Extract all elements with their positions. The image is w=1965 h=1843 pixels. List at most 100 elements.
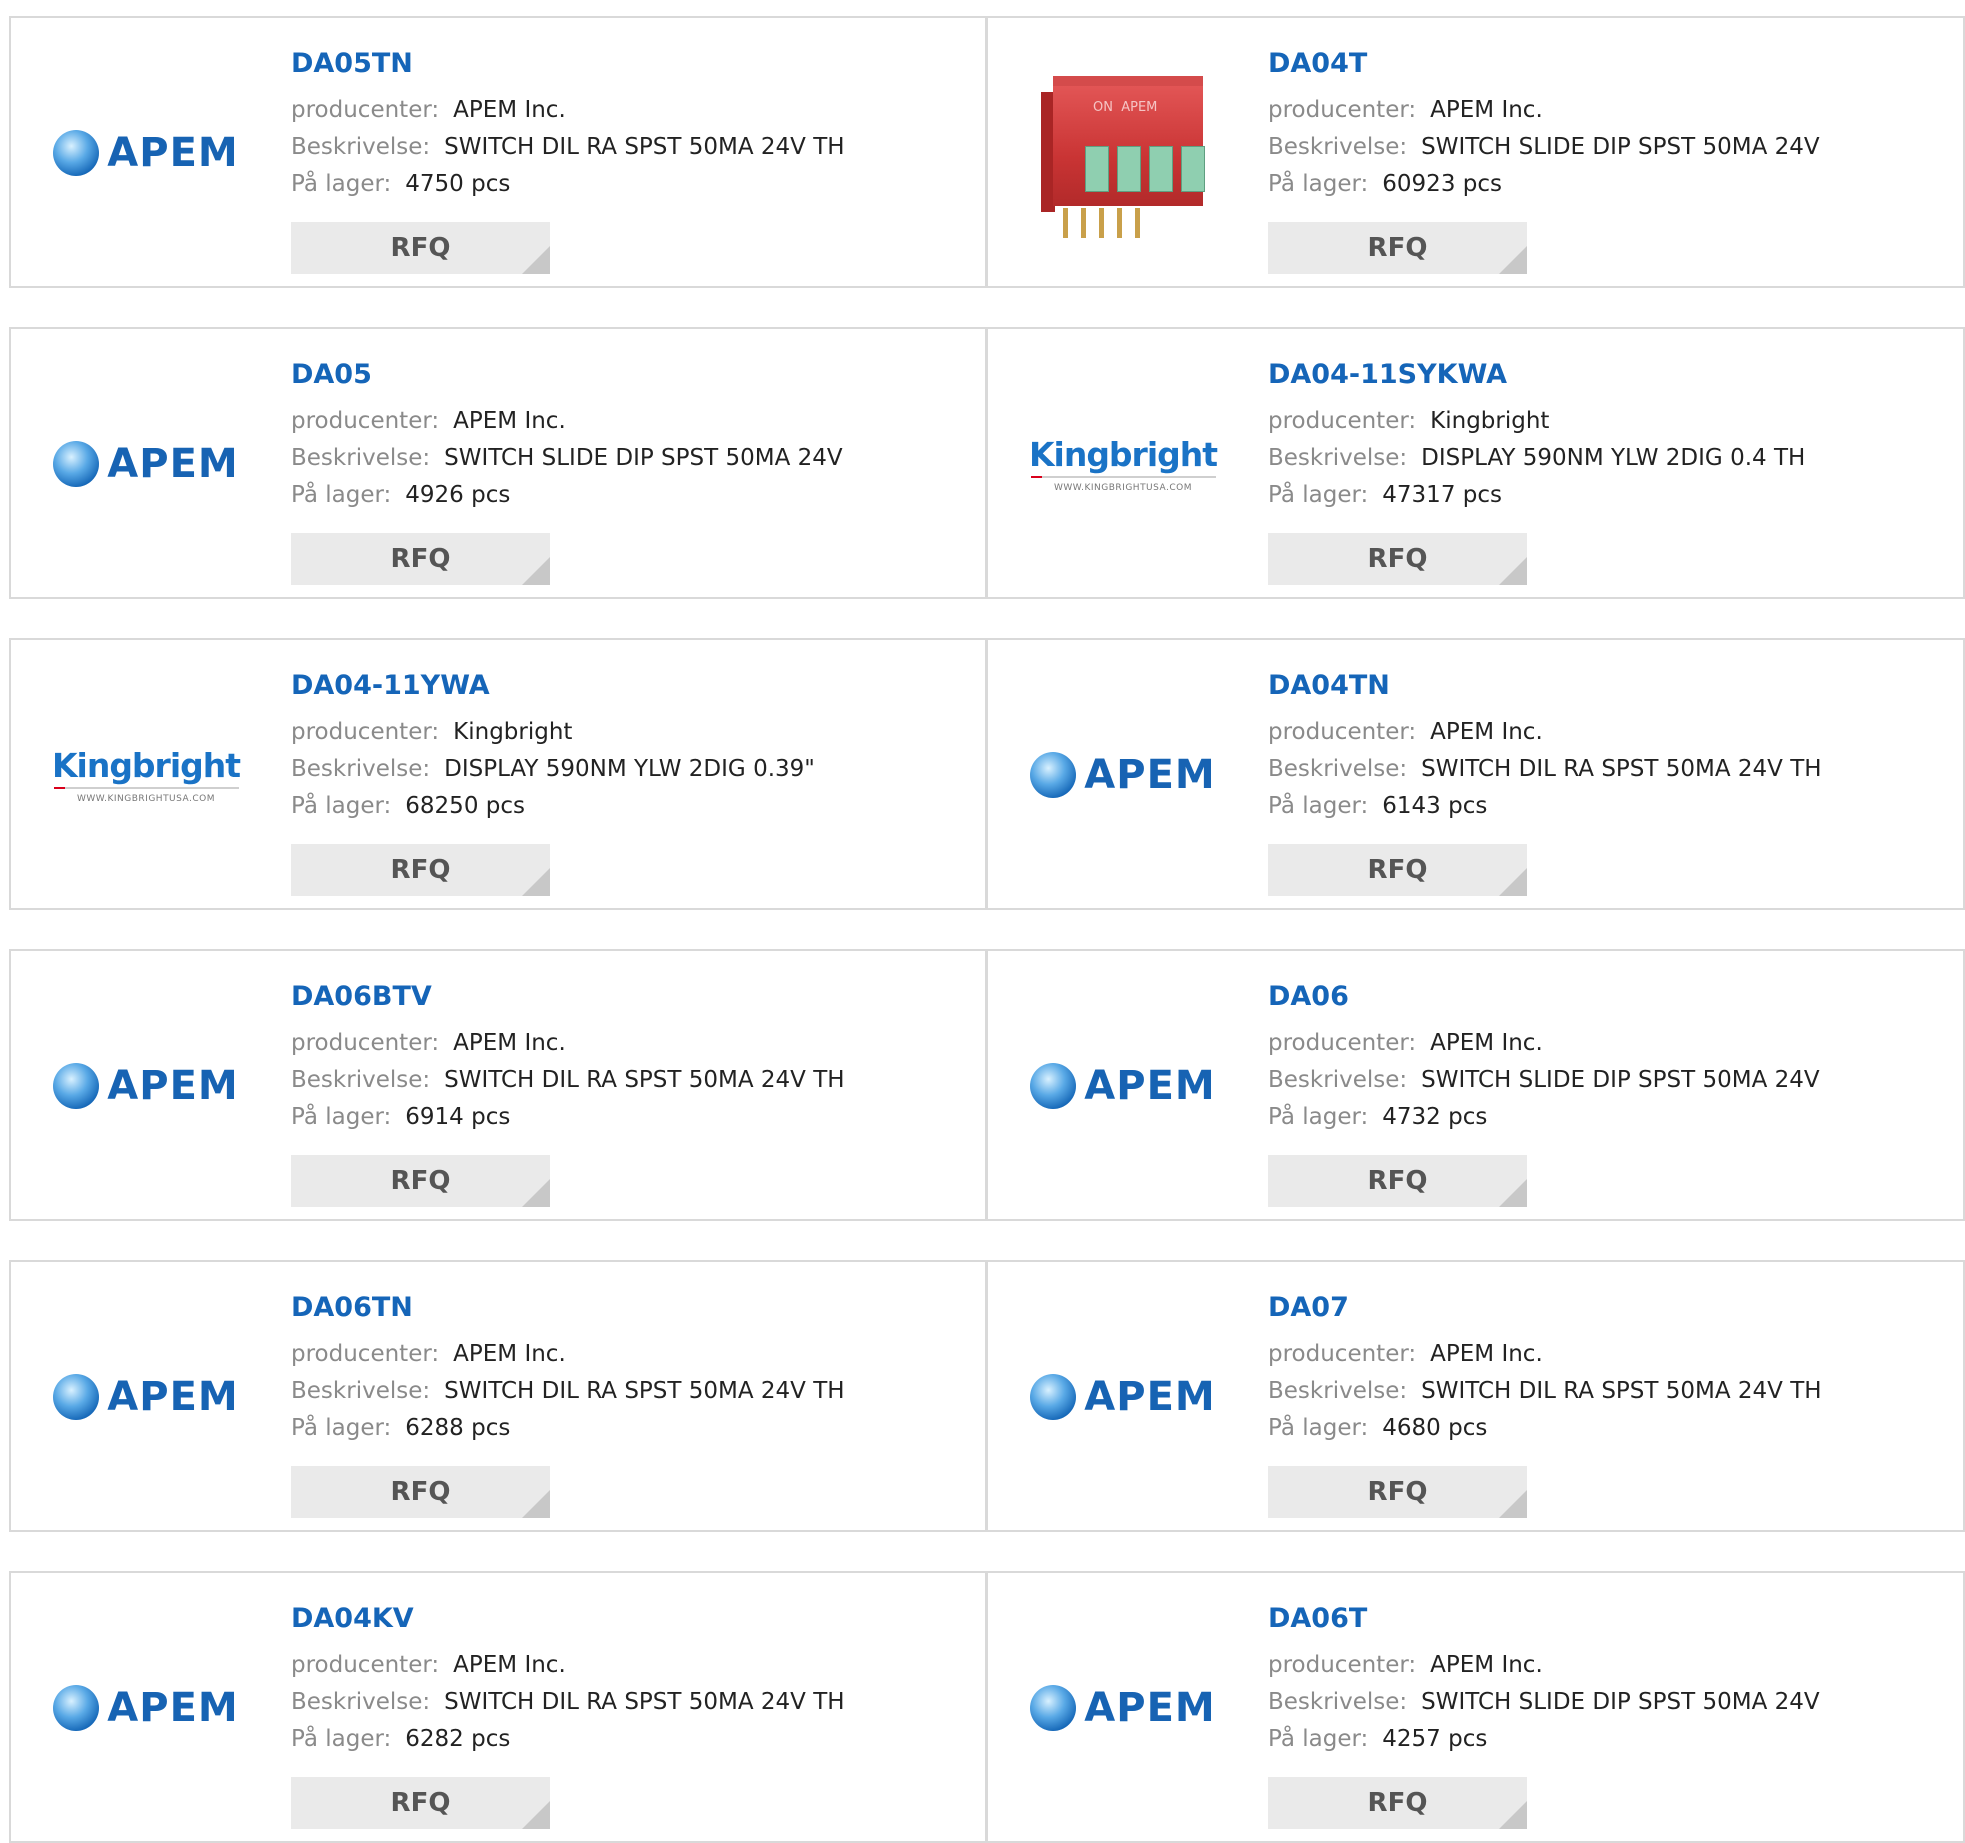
rfq-button[interactable]: RFQ: [291, 844, 550, 896]
description-label: Beskrivelse:: [1268, 445, 1408, 471]
apem-logo[interactable]: APEM: [41, 1603, 251, 1813]
producer-label: producenter:: [1268, 1341, 1417, 1367]
producer-line: producenter: Kingbright: [291, 714, 971, 751]
description-value: SWITCH SLIDE DIP SPST 50MA 24V: [1421, 134, 1820, 160]
producer-label: producenter:: [1268, 408, 1417, 434]
producer-value: APEM Inc.: [453, 1341, 566, 1367]
corner-arrow-icon: [522, 1801, 550, 1829]
product-card: APEM DA04KV producenter: APEM Inc. Beskri…: [9, 1571, 987, 1843]
dip-switch-photo[interactable]: ON APEM: [1018, 48, 1228, 258]
globe-icon: [1030, 1374, 1077, 1420]
stock-line: På lager: 68250 pcs: [291, 788, 971, 825]
corner-arrow-icon: [522, 246, 550, 274]
part-number-link[interactable]: DA04T: [1268, 46, 1948, 82]
part-number-link[interactable]: DA06BTV: [291, 979, 971, 1015]
part-number-link[interactable]: DA04-11YWA: [291, 668, 971, 704]
rfq-button[interactable]: RFQ: [1268, 1777, 1527, 1829]
rfq-label: RFQ: [1367, 233, 1428, 263]
logo-underline: [53, 787, 239, 789]
description-line: Beskrivelse: DISPLAY 590NM YLW 2DIG 0.39": [291, 751, 971, 788]
part-number-link[interactable]: DA04TN: [1268, 668, 1948, 704]
producer-line: producenter: APEM Inc.: [291, 403, 971, 440]
part-number-link[interactable]: DA04-11SYKWA: [1268, 357, 1948, 393]
product-row: APEM DA05 producenter: APEM Inc. Beskrive…: [9, 327, 1965, 599]
globe-icon: [53, 130, 100, 176]
producer-line: producenter: APEM Inc.: [291, 1336, 971, 1373]
product-info: DA06T producenter: APEM Inc. Beskrivelse:…: [1268, 1601, 1948, 1758]
product-row: APEM DA06BTV producenter: APEM Inc. Beskr…: [9, 949, 1965, 1221]
stock-label: På lager:: [291, 171, 392, 197]
rfq-label: RFQ: [390, 233, 451, 263]
rfq-button[interactable]: RFQ: [291, 1155, 550, 1207]
stock-line: På lager: 4732 pcs: [1268, 1099, 1948, 1136]
part-number-link[interactable]: DA06TN: [291, 1290, 971, 1326]
kingbright-logo[interactable]: Kingbright WWW.KINGBRIGHTUSA.COM: [41, 670, 251, 880]
rfq-button[interactable]: RFQ: [291, 222, 550, 274]
product-card: APEM DA05TN producenter: APEM Inc. Beskri…: [9, 16, 987, 288]
product-card: APEM DA04TN producenter: APEM Inc. Beskri…: [987, 638, 1965, 910]
rfq-label: RFQ: [1367, 855, 1428, 885]
part-number-link[interactable]: DA06T: [1268, 1601, 1948, 1637]
rfq-button[interactable]: RFQ: [291, 1777, 550, 1829]
stock-line: På lager: 60923 pcs: [1268, 166, 1948, 203]
description-value: SWITCH DIL RA SPST 50MA 24V TH: [1421, 756, 1822, 782]
rfq-button[interactable]: RFQ: [1268, 844, 1527, 896]
stock-value: 68250 pcs: [405, 793, 525, 819]
description-label: Beskrivelse:: [1268, 1689, 1408, 1715]
rfq-button[interactable]: RFQ: [1268, 533, 1527, 585]
producer-line: producenter: APEM Inc.: [1268, 1336, 1948, 1373]
switch-pin: [1081, 208, 1086, 238]
apem-logo[interactable]: APEM: [1018, 670, 1228, 880]
description-value: SWITCH SLIDE DIP SPST 50MA 24V: [444, 445, 843, 471]
apem-logo-text: APEM: [107, 441, 239, 487]
dip-switch-image: ON APEM: [1023, 48, 1223, 258]
switch-pin: [1099, 208, 1104, 238]
producer-value: APEM Inc.: [1430, 1341, 1543, 1367]
stock-line: På lager: 6282 pcs: [291, 1721, 971, 1758]
globe-icon: [53, 441, 100, 487]
kingbright-logo[interactable]: Kingbright WWW.KINGBRIGHTUSA.COM: [1018, 359, 1228, 569]
apem-logo[interactable]: APEM: [41, 981, 251, 1191]
stock-value: 4257 pcs: [1382, 1726, 1488, 1752]
description-label: Beskrivelse:: [291, 445, 431, 471]
product-row: APEM DA06TN producenter: APEM Inc. Beskri…: [9, 1260, 1965, 1532]
product-card: ON APEM DA04T producenter: APEM Inc. Besk…: [987, 16, 1965, 288]
switch-key: [1149, 146, 1173, 192]
kingbright-logo-mark: Kingbright WWW.KINGBRIGHTUSA.COM: [1028, 435, 1218, 493]
description-label: Beskrivelse:: [1268, 134, 1408, 160]
product-card: Kingbright WWW.KINGBRIGHTUSA.COM DA04-11S…: [987, 327, 1965, 599]
stock-label: På lager:: [291, 1726, 392, 1752]
part-number-link[interactable]: DA05: [291, 357, 971, 393]
stock-label: På lager:: [291, 1104, 392, 1130]
description-value: SWITCH DIL RA SPST 50MA 24V TH: [444, 1378, 845, 1404]
producer-label: producenter:: [291, 719, 440, 745]
part-number-link[interactable]: DA04KV: [291, 1601, 971, 1637]
producer-value: Kingbright: [453, 719, 573, 745]
apem-logo[interactable]: APEM: [41, 359, 251, 569]
part-number-link[interactable]: DA05TN: [291, 46, 971, 82]
rfq-button[interactable]: RFQ: [1268, 1155, 1527, 1207]
stock-line: På lager: 47317 pcs: [1268, 477, 1948, 514]
apem-logo-text: APEM: [1084, 1685, 1216, 1731]
apem-logo[interactable]: APEM: [1018, 1603, 1228, 1813]
apem-logo-mark: APEM: [53, 441, 238, 487]
producer-line: producenter: Kingbright: [1268, 403, 1948, 440]
stock-value: 60923 pcs: [1382, 171, 1502, 197]
rfq-label: RFQ: [1367, 1477, 1428, 1507]
rfq-button[interactable]: RFQ: [1268, 222, 1527, 274]
part-number-link[interactable]: DA07: [1268, 1290, 1948, 1326]
rfq-button[interactable]: RFQ: [1268, 1466, 1527, 1518]
producer-value: Kingbright: [1430, 408, 1550, 434]
description-label: Beskrivelse:: [291, 1689, 431, 1715]
corner-arrow-icon: [522, 1490, 550, 1518]
product-info: DA05TN producenter: APEM Inc. Beskrivelse…: [291, 46, 971, 203]
globe-icon: [53, 1374, 100, 1420]
apem-logo[interactable]: APEM: [41, 48, 251, 258]
apem-logo[interactable]: APEM: [1018, 981, 1228, 1191]
apem-logo[interactable]: APEM: [41, 1292, 251, 1502]
apem-logo[interactable]: APEM: [1018, 1292, 1228, 1502]
rfq-button[interactable]: RFQ: [291, 1466, 550, 1518]
globe-icon: [1030, 752, 1077, 798]
part-number-link[interactable]: DA06: [1268, 979, 1948, 1015]
rfq-button[interactable]: RFQ: [291, 533, 550, 585]
